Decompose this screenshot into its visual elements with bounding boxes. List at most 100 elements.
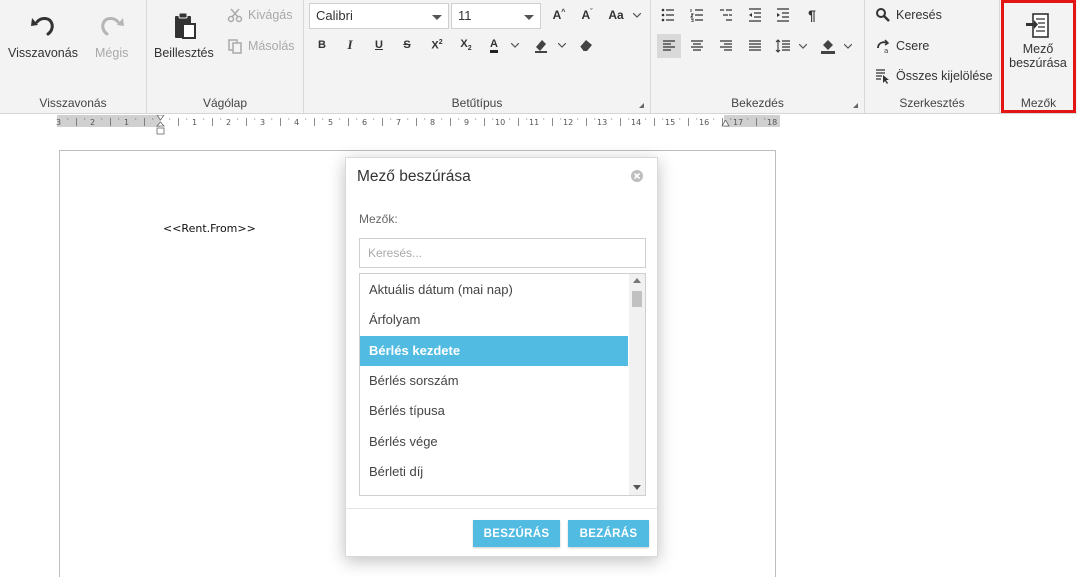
ruler-tick-mark: | xyxy=(313,117,316,126)
superscript-button[interactable]: X2 xyxy=(426,34,448,56)
pilcrow-icon: ¶ xyxy=(808,7,816,23)
align-right-button[interactable] xyxy=(715,35,737,57)
redo-button[interactable]: Mégis xyxy=(95,10,128,60)
bullet-list-button[interactable] xyxy=(657,4,679,26)
font-name-value: Calibri xyxy=(316,8,353,23)
font-color-dropdown[interactable] xyxy=(510,34,520,56)
grow-font-button[interactable]: A^ xyxy=(548,4,570,26)
increase-indent-button[interactable] xyxy=(772,4,794,26)
paste-button[interactable]: Beillesztés xyxy=(154,10,214,60)
decrease-indent-button[interactable] xyxy=(744,4,766,26)
chevron-down-icon xyxy=(511,42,519,48)
ruler-tick-mark: | xyxy=(687,117,690,126)
shrink-font-button[interactable]: Aˇ xyxy=(576,4,598,26)
multilevel-list-icon xyxy=(720,9,732,21)
undo-group-label: Visszavonás xyxy=(39,96,107,110)
highlight-dropdown[interactable] xyxy=(557,34,567,56)
list-scrollbar[interactable] xyxy=(629,274,645,495)
scroll-up-icon[interactable] xyxy=(633,278,641,283)
cut-button[interactable]: Kivágás xyxy=(227,7,292,23)
shading-dropdown[interactable] xyxy=(843,35,853,57)
insert-field-highlight-box xyxy=(1001,0,1076,113)
align-center-button[interactable] xyxy=(686,35,708,57)
ruler-tick-mark: · xyxy=(372,115,376,124)
insert-field-dialog: Mező beszúrása Mezők: Aktuális dátum (ma… xyxy=(345,157,658,557)
ruler-tick-mark: | xyxy=(211,117,214,126)
bold-icon: B xyxy=(318,39,326,51)
shrink-font-icon: Aˇ xyxy=(581,8,593,22)
ruler-tick-mark: | xyxy=(75,117,78,126)
paragraph-dialog-launcher[interactable] xyxy=(853,103,858,108)
align-center-icon xyxy=(691,40,703,51)
list-item[interactable]: Bérleti díj xyxy=(360,457,628,487)
paste-icon xyxy=(174,12,196,39)
chevron-down-icon xyxy=(633,12,641,18)
italic-button[interactable]: I xyxy=(339,34,361,56)
field-list[interactable]: Aktuális dátum (mai nap) Árfolyam Bérlés k… xyxy=(359,273,646,496)
align-right-icon xyxy=(720,40,732,51)
ruler-tick-mark: · xyxy=(542,115,546,124)
ruler-tick-mark: · xyxy=(423,115,427,124)
scroll-down-icon[interactable] xyxy=(633,485,641,490)
cut-label: Kivágás xyxy=(248,8,293,22)
font-dialog-launcher[interactable] xyxy=(639,103,644,108)
undo-button[interactable]: Visszavonás xyxy=(8,10,78,60)
bold-button[interactable]: B xyxy=(311,34,333,56)
list-item[interactable]: Bérlés típusa xyxy=(360,396,628,426)
show-formatting-button[interactable]: ¶ xyxy=(801,4,823,26)
editing-group: Keresés a Csere Összes kijelölése Szerke… xyxy=(865,0,1000,114)
editing-group-label: Szerkesztés xyxy=(899,96,965,110)
scroll-thumb[interactable] xyxy=(632,291,642,307)
numbered-list-button[interactable] xyxy=(686,4,708,26)
shading-button[interactable] xyxy=(817,35,839,57)
bullet-list-icon xyxy=(661,8,674,22)
right-indent-marker-icon[interactable] xyxy=(721,120,730,128)
list-item[interactable]: Aktuális dátum (mai nap) xyxy=(360,275,628,305)
chevron-down-icon xyxy=(558,42,566,48)
ruler-tick-label: 3 xyxy=(56,118,62,127)
insert-button[interactable]: BESZÚRÁS xyxy=(473,520,560,547)
highlight-button[interactable] xyxy=(530,34,552,56)
ruler-tick-mark: · xyxy=(270,115,274,124)
font-size-select[interactable]: 11 xyxy=(451,3,541,29)
ruler-tick-label: 17 xyxy=(733,118,744,127)
list-item[interactable]: Bérlés vége xyxy=(360,427,628,457)
list-item[interactable]: Bérlés kezdete xyxy=(360,335,628,366)
copy-button[interactable]: Másolás xyxy=(227,38,295,54)
font-color-icon: A xyxy=(490,38,498,53)
align-left-button[interactable] xyxy=(657,34,681,58)
line-spacing-button[interactable] xyxy=(772,35,794,57)
subscript-button[interactable]: X2 xyxy=(455,34,477,56)
list-item[interactable]: Bérlés sorszám xyxy=(360,366,628,396)
find-button[interactable]: Keresés xyxy=(875,7,942,23)
font-name-select[interactable]: Calibri xyxy=(309,3,449,29)
ruler-tick-label: 2 xyxy=(226,118,232,127)
eraser-icon xyxy=(579,40,592,52)
merge-field-rent-from[interactable]: <<Rent.From>> xyxy=(163,222,256,235)
field-search-input[interactable] xyxy=(359,238,646,268)
close-button[interactable]: BEZÁRÁS xyxy=(568,520,649,547)
horizontal-ruler[interactable]: 3 2 1 1 2 3 4 5 6 7 8 9 10 11 12 13 14 15 16 17 18 · | · · | · · | · ·… xyxy=(56,115,780,135)
close-icon[interactable] xyxy=(630,169,644,183)
ruler-tick-mark: | xyxy=(755,117,758,126)
line-spacing-dropdown[interactable] xyxy=(798,35,808,57)
strikethrough-button[interactable]: S xyxy=(396,34,418,56)
italic-icon: I xyxy=(347,37,353,52)
underline-button[interactable]: U xyxy=(368,34,390,56)
ruler-tick-label: 1 xyxy=(124,118,130,127)
indent-marker-icon[interactable] xyxy=(156,115,165,135)
undo-group: Visszavonás Mégis Visszavonás xyxy=(0,0,147,114)
font-group-label: Betűtípus xyxy=(451,96,503,110)
change-case-dropdown[interactable] xyxy=(632,4,642,26)
font-color-button[interactable]: A xyxy=(483,34,505,56)
ruler-tick-label: 14 xyxy=(631,118,642,127)
clear-format-button[interactable] xyxy=(575,34,597,56)
underline-icon: U xyxy=(375,39,383,51)
multilevel-list-button[interactable] xyxy=(715,4,737,26)
change-case-button[interactable]: Aa xyxy=(604,4,628,26)
justify-button[interactable] xyxy=(744,35,766,57)
list-item[interactable]: Árfolyam xyxy=(360,305,628,335)
replace-button[interactable]: a Csere xyxy=(875,38,929,54)
select-all-button[interactable]: Összes kijelölése xyxy=(875,68,993,84)
ruler-tick-mark: | xyxy=(449,117,452,126)
